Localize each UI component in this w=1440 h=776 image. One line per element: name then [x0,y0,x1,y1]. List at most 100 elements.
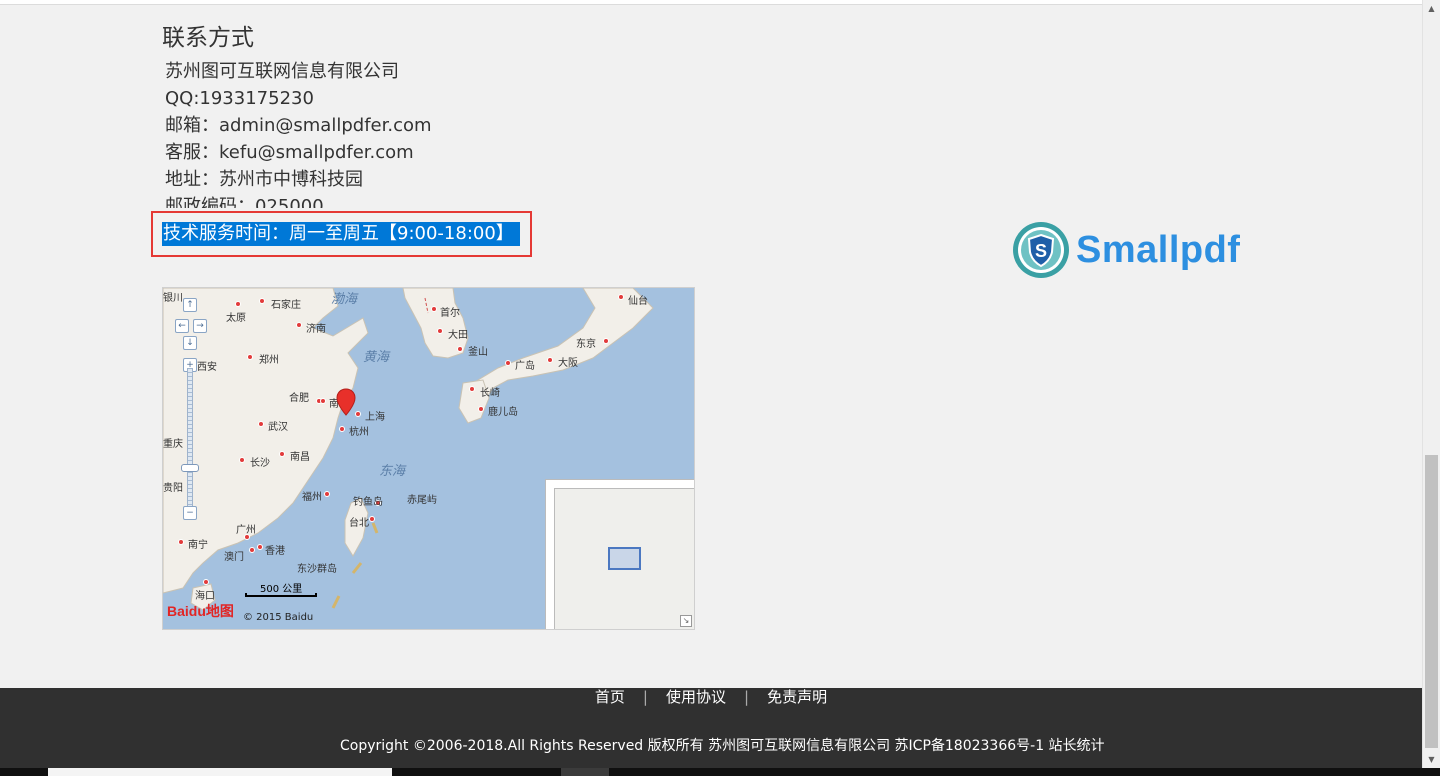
city-dot [320,398,326,404]
shield-s-icon: S [1013,222,1069,278]
city-label: 东京 [576,339,596,350]
scrollbar-thumb[interactable] [1425,455,1438,748]
scroll-down-arrow-icon[interactable]: ▼ [1423,751,1440,768]
overview-toggle-icon[interactable]: ↘ [680,615,692,627]
address-line: 地址：苏州市中博科技园 [165,169,363,190]
city-label: 太原 [226,313,246,324]
contact-heading: 联系方式 [162,25,254,51]
city-label: 杭州 [349,427,369,438]
city-label: 仙台 [628,296,648,307]
city-label: 台北 [349,518,369,529]
city-label: 福州 [302,492,322,503]
footer-separator: | [744,688,750,706]
city-label: 济南 [306,324,326,335]
overview-viewport[interactable] [608,547,641,570]
city-label: 郑州 [259,355,279,366]
sea-label: 东海 [379,464,406,479]
contact-section: 联系方式 苏州图可互联网信息有限公司 QQ:1933175230 邮箱：admi… [162,18,432,208]
city-dot [257,544,263,550]
baidu-map[interactable]: 渤海 黄海 东海 银川 太原 石家庄 济南 首尔 大田 釜山 仙台 东京 大阪 … [162,287,695,630]
logo-text: Smallpdf [1076,228,1241,271]
pan-down-button[interactable]: ↓ [183,336,197,350]
city-label: 西安 [197,362,217,373]
city-label: 合肥 [289,393,309,404]
overview-map[interactable]: ↘ [545,479,694,629]
smallpdf-logo[interactable]: S Smallpdf [1012,221,1240,279]
city-label: 香港 [265,546,285,557]
city-label: 南宁 [188,540,208,551]
city-label: 贵阳 [163,483,183,494]
location-marker-icon[interactable] [336,388,356,416]
city-dot [296,322,302,328]
qq-number: QQ:1933175230 [165,88,314,109]
footer-link-home[interactable]: 首页 [595,688,625,706]
city-dot [258,421,264,427]
overview-map-inner [554,488,694,629]
pan-left-button[interactable]: ← [175,319,189,333]
footer-link-disclaimer[interactable]: 免责声明 [767,688,827,706]
city-label: 澳门 [224,552,244,563]
city-label: 海口 [195,591,215,602]
city-label: 鹿儿岛 [488,407,518,418]
pan-right-button[interactable]: → [193,319,207,333]
city-label: 武汉 [268,422,288,433]
zoom-slider-track[interactable] [187,368,193,518]
city-label: 钓鱼岛 [353,497,383,508]
city-label: 釜山 [468,347,488,358]
city-dot [324,491,330,497]
company-name: 苏州图可互联网信息有限公司 [165,61,399,82]
city-dot [478,406,484,412]
email-line: 邮箱：admin@smallpdfer.com [165,115,432,136]
taskbar [0,768,1440,776]
city-dot [249,547,255,553]
taskbar-app-button[interactable] [561,768,609,776]
footer-link-terms[interactable]: 使用协议 [666,688,726,706]
city-label: 赤尾屿 [407,495,437,506]
city-dot [247,354,253,360]
taskbar-search[interactable] [48,768,392,776]
city-label: 银川 [163,293,183,304]
city-label: 东沙群岛 [297,564,337,575]
city-dot [603,338,609,344]
service-hours-selected[interactable]: 技术服务时间：周一至周五【9:00-18:00】 [162,222,520,246]
city-dot [235,301,241,307]
city-label: 长沙 [250,458,270,469]
city-dot [547,357,553,363]
footer-separator: | [642,688,648,706]
postcode-line: 邮政编码：025000 [165,196,324,208]
city-dot [339,426,345,432]
city-dot [279,451,285,457]
top-divider [0,0,1422,5]
svg-text:S: S [1035,241,1047,261]
city-label: 大田 [448,330,468,341]
city-dot [469,386,475,392]
service-email-line: 客服：kefu@smallpdfer.com [165,142,414,163]
city-label: 石家庄 [271,300,301,311]
city-label: 南昌 [290,452,310,463]
city-dot [505,360,511,366]
zoom-out-button[interactable]: − [183,506,197,520]
city-label: 广岛 [515,361,535,372]
city-label: 重庆 [163,439,183,450]
zoom-slider-handle[interactable] [181,464,199,472]
map-copyright: © 2015 Baidu [243,612,314,623]
footer-copyright: Copyright ©2006-2018.All Rights Reserved… [340,738,1105,754]
city-label: 首尔 [440,308,460,319]
city-dot [239,457,245,463]
baidu-logo[interactable]: Baidu地图 [167,601,234,621]
city-label: 广州 [236,525,256,536]
city-label: 上海 [365,412,385,423]
pan-up-button[interactable]: ↑ [183,298,197,312]
city-label: 长崎 [480,388,500,399]
city-dot [203,579,209,585]
page-footer: 首页 | 使用协议 | 免责声明 Copyright ©2006-2018.All Ri… [0,688,1422,768]
scale-bar [245,593,317,597]
city-dot [259,298,265,304]
city-dot [457,346,463,352]
city-dot [178,539,184,545]
sea-label: 黄海 [363,350,390,365]
city-dot [618,294,624,300]
scroll-up-arrow-icon[interactable]: ▲ [1423,0,1440,17]
city-dot [431,306,437,312]
page-scrollbar[interactable]: ▲ ▼ [1422,0,1440,768]
